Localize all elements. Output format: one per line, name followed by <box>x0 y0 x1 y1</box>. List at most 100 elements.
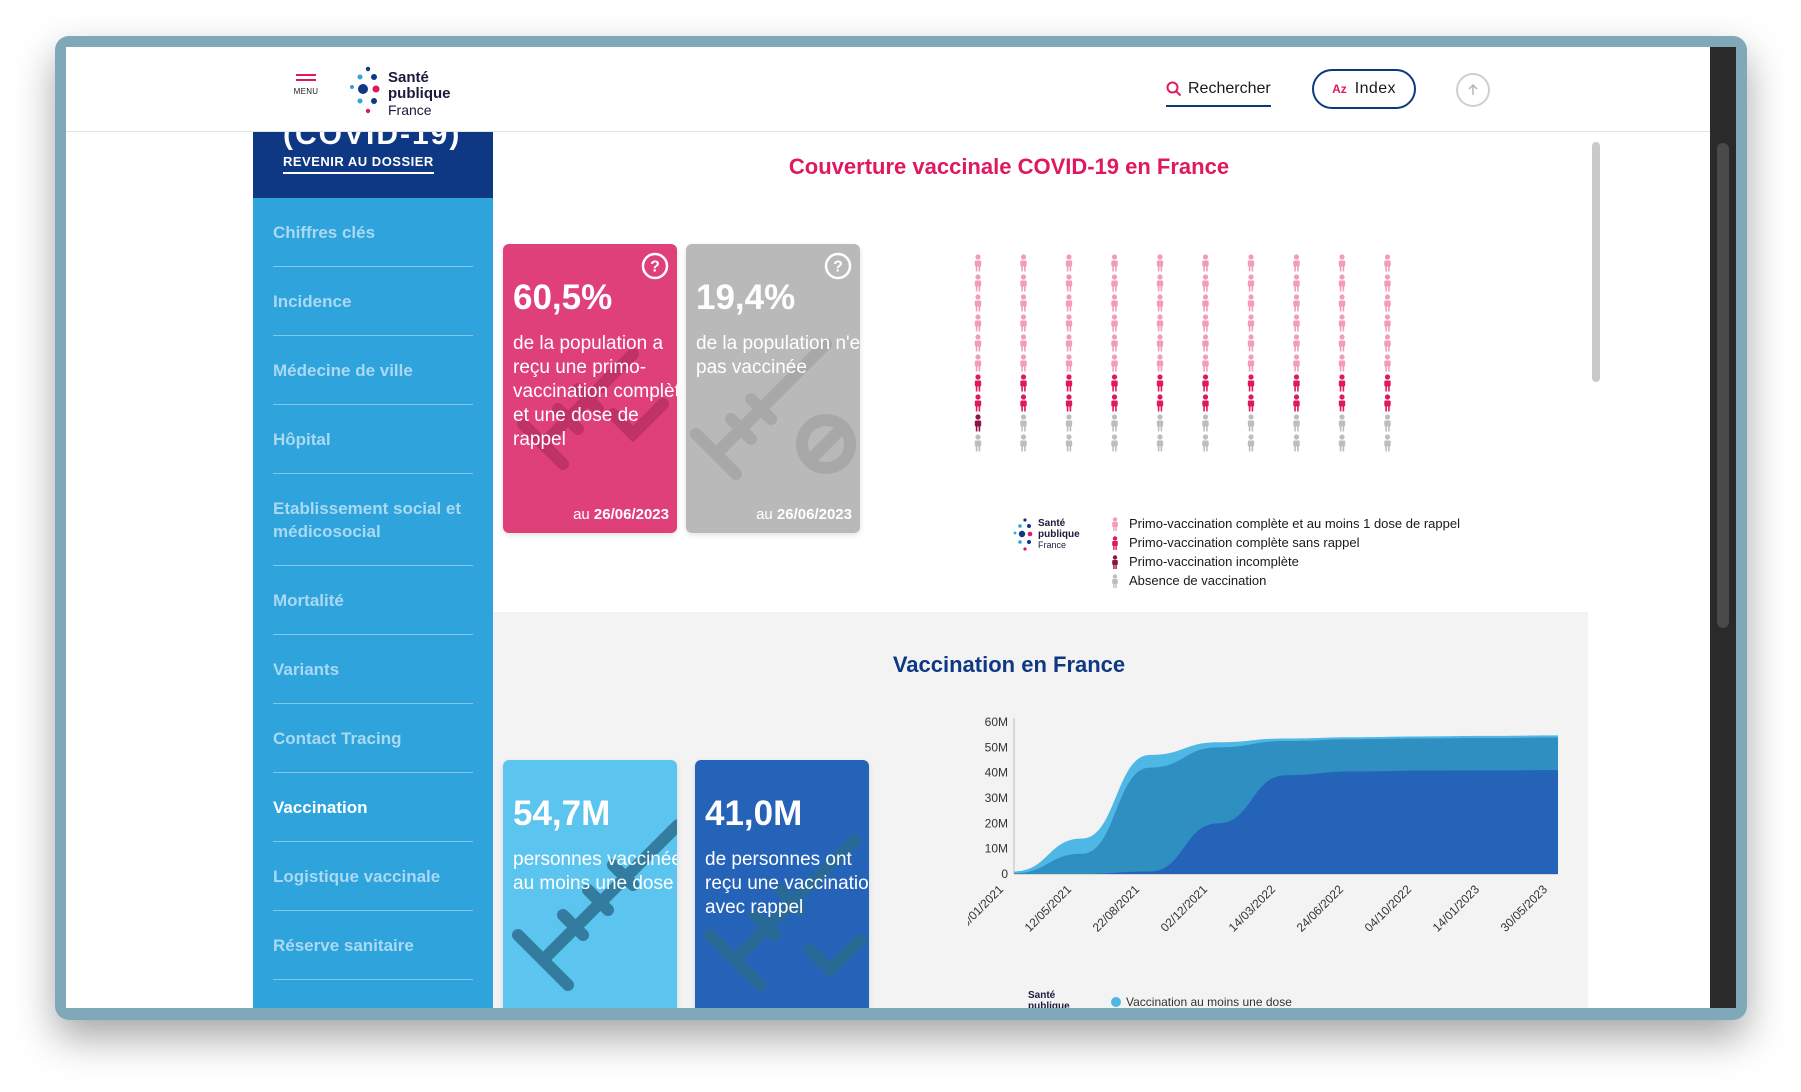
index-button[interactable]: Az Index <box>1312 69 1416 109</box>
person-icon <box>1112 516 1118 531</box>
person-mark <box>1293 294 1300 312</box>
person-mark <box>974 354 982 372</box>
main-content: Couverture vaccinale COVID-19 en France … <box>493 132 1588 1008</box>
booster-value: 41,0M <box>705 794 803 833</box>
sidebar-nav: Chiffres clés Incidence Médecine de vill… <box>253 198 493 980</box>
legend-logo-text: Santé publique France <box>1038 518 1080 551</box>
y-tick-label: 20M <box>985 816 1008 830</box>
date-prefix: au <box>573 506 590 523</box>
help-icon[interactable]: ? <box>641 252 669 280</box>
scroll-top-button[interactable] <box>1456 73 1490 107</box>
sidebar-item-logistique-vaccinale[interactable]: Logistique vaccinale <box>273 842 473 911</box>
sidebar-item-variants[interactable]: Variants <box>273 635 473 704</box>
person-mark <box>1293 414 1300 432</box>
person-mark <box>1293 374 1300 392</box>
person-mark <box>1338 434 1346 452</box>
sidebar-item-reserve-sanitaire[interactable]: Réserve sanitaire <box>273 911 473 980</box>
legend-logo-line-1: Santé <box>1038 518 1066 529</box>
date-value: 26/06/2023 <box>776 506 852 523</box>
sidebar-item-chiffres-cles[interactable]: Chiffres clés <box>273 198 473 267</box>
person-mark <box>974 414 982 432</box>
person-mark <box>1020 434 1027 452</box>
index-label: Index <box>1354 80 1396 97</box>
person-mark <box>1384 414 1391 432</box>
person-mark <box>1156 354 1164 372</box>
person-mark <box>1020 374 1027 392</box>
legend-logo-line-2: publique <box>1038 529 1080 540</box>
y-tick-label: 60M <box>985 715 1008 729</box>
booster-desc: de personnes ont reçu une vaccination av… <box>705 849 869 918</box>
sidebar-item-mortalite[interactable]: Mortalité <box>273 566 473 635</box>
x-tick-label: 04/10/2022 <box>1362 882 1415 935</box>
person-mark <box>1111 254 1118 272</box>
legend-item: Primo-vaccination complète sans rappel <box>1111 533 1460 552</box>
search-button[interactable]: Rechercher <box>1166 77 1271 107</box>
person-mark <box>1065 254 1073 272</box>
person-mark <box>1247 374 1255 392</box>
page-viewport: MENU Santé publique France Rechercher Az… <box>66 47 1736 1008</box>
sidebar-item-label: Mortalité <box>273 590 344 610</box>
logo-line-1: Santé <box>388 69 429 86</box>
help-icon[interactable]: ? <box>824 252 852 280</box>
person-mark <box>1065 414 1073 432</box>
person-mark <box>1384 394 1391 412</box>
person-mark <box>1065 434 1073 452</box>
vaccination-section: Vaccination en France 54,7M personnes va… <box>493 612 1588 1008</box>
x-tick-label: 22/08/2021 <box>1090 882 1143 935</box>
sidebar-item-label: Hôpital <box>273 429 331 449</box>
coverage-unvaccinated-desc: de la population n'est pas vaccinée <box>696 333 860 378</box>
person-mark <box>1338 274 1346 292</box>
logo-line-3: France <box>388 102 432 118</box>
person-mark <box>1111 394 1118 412</box>
person-mark <box>1020 314 1027 332</box>
person-mark <box>974 374 982 392</box>
person-mark <box>1065 274 1073 292</box>
sidebar-item-incidence[interactable]: Incidence <box>273 267 473 336</box>
sidebar-item-label: Médecine de ville <box>273 360 413 380</box>
site-logo[interactable]: Santé publique France <box>346 63 466 119</box>
sidebar-item-hopital[interactable]: Hôpital <box>273 405 473 474</box>
legend-logo-line-3: France <box>1038 540 1067 550</box>
arrow-up-icon <box>1468 83 1478 95</box>
legend-label: Vaccination au moins une dose <box>1126 995 1292 1008</box>
coverage-unvaccinated-value: 19,4% <box>696 278 796 317</box>
person-mark <box>1156 274 1164 292</box>
sidebar-item-contact-tracing[interactable]: Contact Tracing <box>273 704 473 773</box>
back-to-dossier-link[interactable]: REVENIR AU DOSSIER <box>283 154 434 174</box>
person-mark <box>1202 294 1209 312</box>
person-mark <box>1111 294 1118 312</box>
legend-label: Primo-vaccination complète et au moins 1… <box>1129 516 1460 531</box>
x-tick-label: 14/03/2022 <box>1226 882 1279 935</box>
person-mark <box>974 314 982 332</box>
person-mark <box>974 294 982 312</box>
x-tick-label: 24/06/2022 <box>1294 882 1347 935</box>
person-mark <box>1202 354 1209 372</box>
person-mark <box>1020 354 1027 372</box>
svg-text:?: ? <box>650 259 660 276</box>
person-mark <box>1020 334 1027 352</box>
content-scrollbar[interactable] <box>1592 142 1600 382</box>
person-mark <box>1156 334 1164 352</box>
window-scrollbar-thumb[interactable] <box>1717 143 1729 628</box>
person-mark <box>974 334 982 352</box>
person-mark <box>1247 434 1255 452</box>
person-mark <box>1202 274 1209 292</box>
chart-logo-line-2: publique <box>1028 1001 1070 1008</box>
person-mark <box>1293 254 1300 272</box>
sidebar-item-medecine-de-ville[interactable]: Médecine de ville <box>273 336 473 405</box>
person-mark <box>974 254 982 272</box>
person-mark <box>1111 354 1118 372</box>
sidebar-item-etablissement[interactable]: Etablissement social et médicosocial <box>273 474 473 566</box>
window-scrollbar[interactable] <box>1710 47 1736 1008</box>
person-mark <box>1065 354 1073 372</box>
x-tick-label: 30/01/2021 <box>968 882 1006 935</box>
person-mark <box>1293 394 1300 412</box>
menu-button[interactable]: MENU <box>292 71 320 107</box>
x-tick-label: 12/05/2021 <box>1022 882 1075 935</box>
sidebar-item-vaccination[interactable]: Vaccination <box>273 773 473 842</box>
coverage-booster-date: au 26/06/2023 <box>573 506 669 523</box>
vaccination-area-chart: 0 10M 20M 30M 40M 50M 60M 30/01/2021 12/05/2021 2… <box>968 715 1558 1008</box>
person-icon <box>1112 554 1118 569</box>
person-mark <box>974 274 982 292</box>
person-mark <box>1293 274 1300 292</box>
